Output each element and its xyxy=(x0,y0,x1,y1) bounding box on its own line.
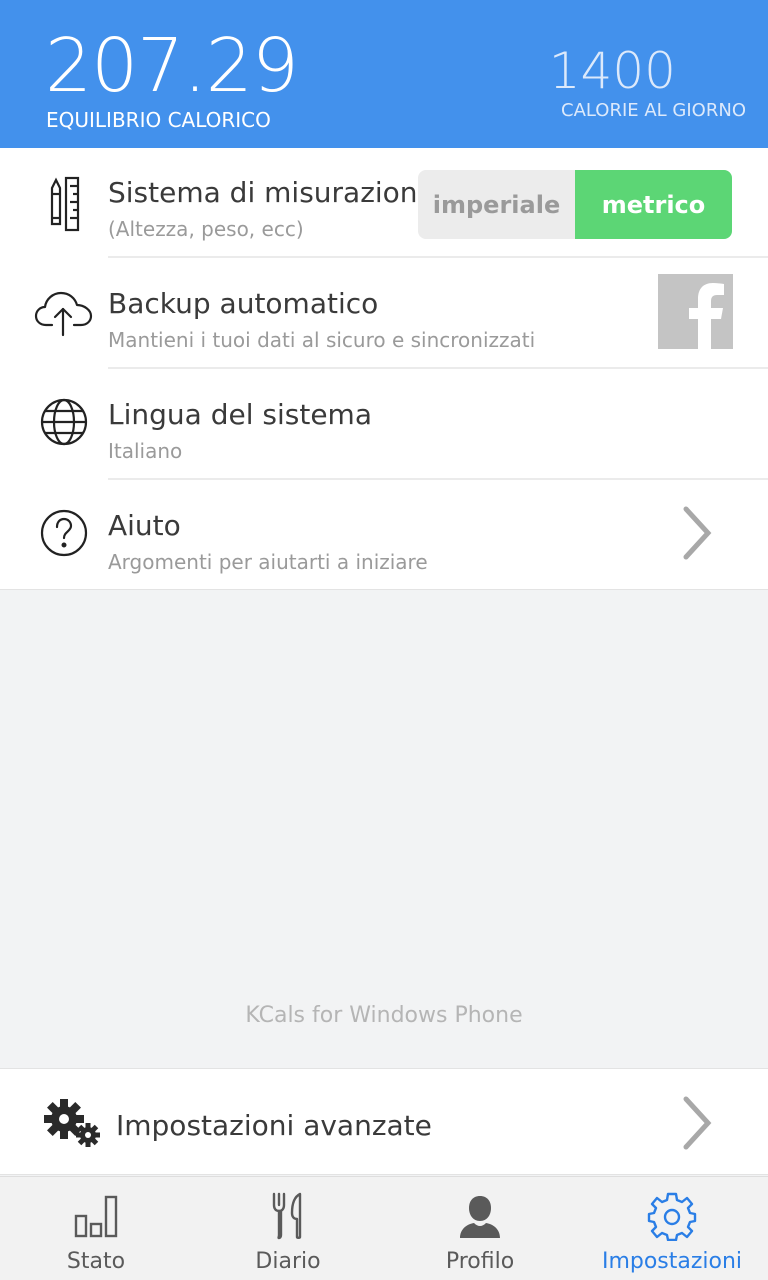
daily-calories-value: 1400 xyxy=(548,42,676,100)
tab-label: Impostazioni xyxy=(601,1249,743,1274)
daily-calories-label: CALORIE AL GIORNO xyxy=(561,100,746,121)
backup-setting-row[interactable]: Backup automatico Mantieni i tuoi dati a… xyxy=(0,259,768,369)
advanced-settings-title: Impostazioni avanzate xyxy=(116,1109,432,1142)
help-subtitle: Argomenti per aiutarti a iniziare xyxy=(108,550,428,574)
measurement-setting-row[interactable]: Sistema di misurazione (Altezza, peso, e… xyxy=(0,148,768,258)
backup-title: Backup automatico xyxy=(108,287,379,320)
gears-icon xyxy=(42,1097,104,1149)
tab-label: Profilo xyxy=(445,1249,515,1274)
tab-stato[interactable]: Stato xyxy=(0,1177,192,1280)
advanced-settings-row[interactable]: Impostazioni avanzate xyxy=(0,1068,768,1175)
settings-list: Sistema di misurazione (Altezza, peso, e… xyxy=(0,148,768,590)
facebook-backup-button[interactable] xyxy=(658,274,733,349)
facebook-icon xyxy=(689,283,724,349)
metric-option[interactable]: metrico xyxy=(575,170,732,239)
tab-label: Stato xyxy=(66,1249,126,1274)
app-footer-text: KCals for Windows Phone xyxy=(245,1003,523,1028)
chevron-right-icon xyxy=(676,1093,716,1153)
tab-impostazioni[interactable]: Impostazioni xyxy=(576,1177,768,1280)
language-setting-row[interactable]: Lingua del sistema Italiano xyxy=(0,370,768,480)
row-divider xyxy=(108,256,768,258)
tab-label: Diario xyxy=(255,1249,321,1274)
gear-icon xyxy=(644,1191,700,1241)
chevron-right-icon xyxy=(676,503,716,563)
ruler-pencil-icon xyxy=(34,174,94,234)
fork-knife-icon xyxy=(260,1191,316,1241)
measurement-unit-toggle[interactable]: imperiale metrico xyxy=(418,170,732,239)
bottom-tab-bar: Stato Diario Profilo Impostazioni xyxy=(0,1176,768,1280)
help-title: Aiuto xyxy=(108,509,181,542)
bar-chart-icon xyxy=(68,1191,124,1241)
person-icon xyxy=(452,1191,508,1241)
language-title: Lingua del sistema xyxy=(108,398,372,431)
row-divider xyxy=(108,367,768,369)
tab-profilo[interactable]: Profilo xyxy=(384,1177,576,1280)
backup-subtitle: Mantieni i tuoi dati al sicuro e sincron… xyxy=(108,328,536,352)
imperial-option[interactable]: imperiale xyxy=(418,170,575,239)
tab-diario[interactable]: Diario xyxy=(192,1177,384,1280)
measurement-subtitle: (Altezza, peso, ecc) xyxy=(108,217,304,241)
help-setting-row[interactable]: Aiuto Argomenti per aiutarti a iniziare xyxy=(0,481,768,591)
cloud-upload-icon xyxy=(34,283,94,343)
calorie-header: 207.29 EQUILIBRIO CALORICO 1400 CALORIE … xyxy=(0,0,768,148)
question-icon xyxy=(34,503,94,563)
language-subtitle: Italiano xyxy=(108,439,183,463)
calorie-balance-value: 207.29 xyxy=(45,23,299,109)
measurement-title: Sistema di misurazione xyxy=(108,176,435,209)
row-divider xyxy=(108,478,768,480)
globe-icon xyxy=(34,392,94,452)
calorie-balance-label: EQUILIBRIO CALORICO xyxy=(46,108,271,132)
